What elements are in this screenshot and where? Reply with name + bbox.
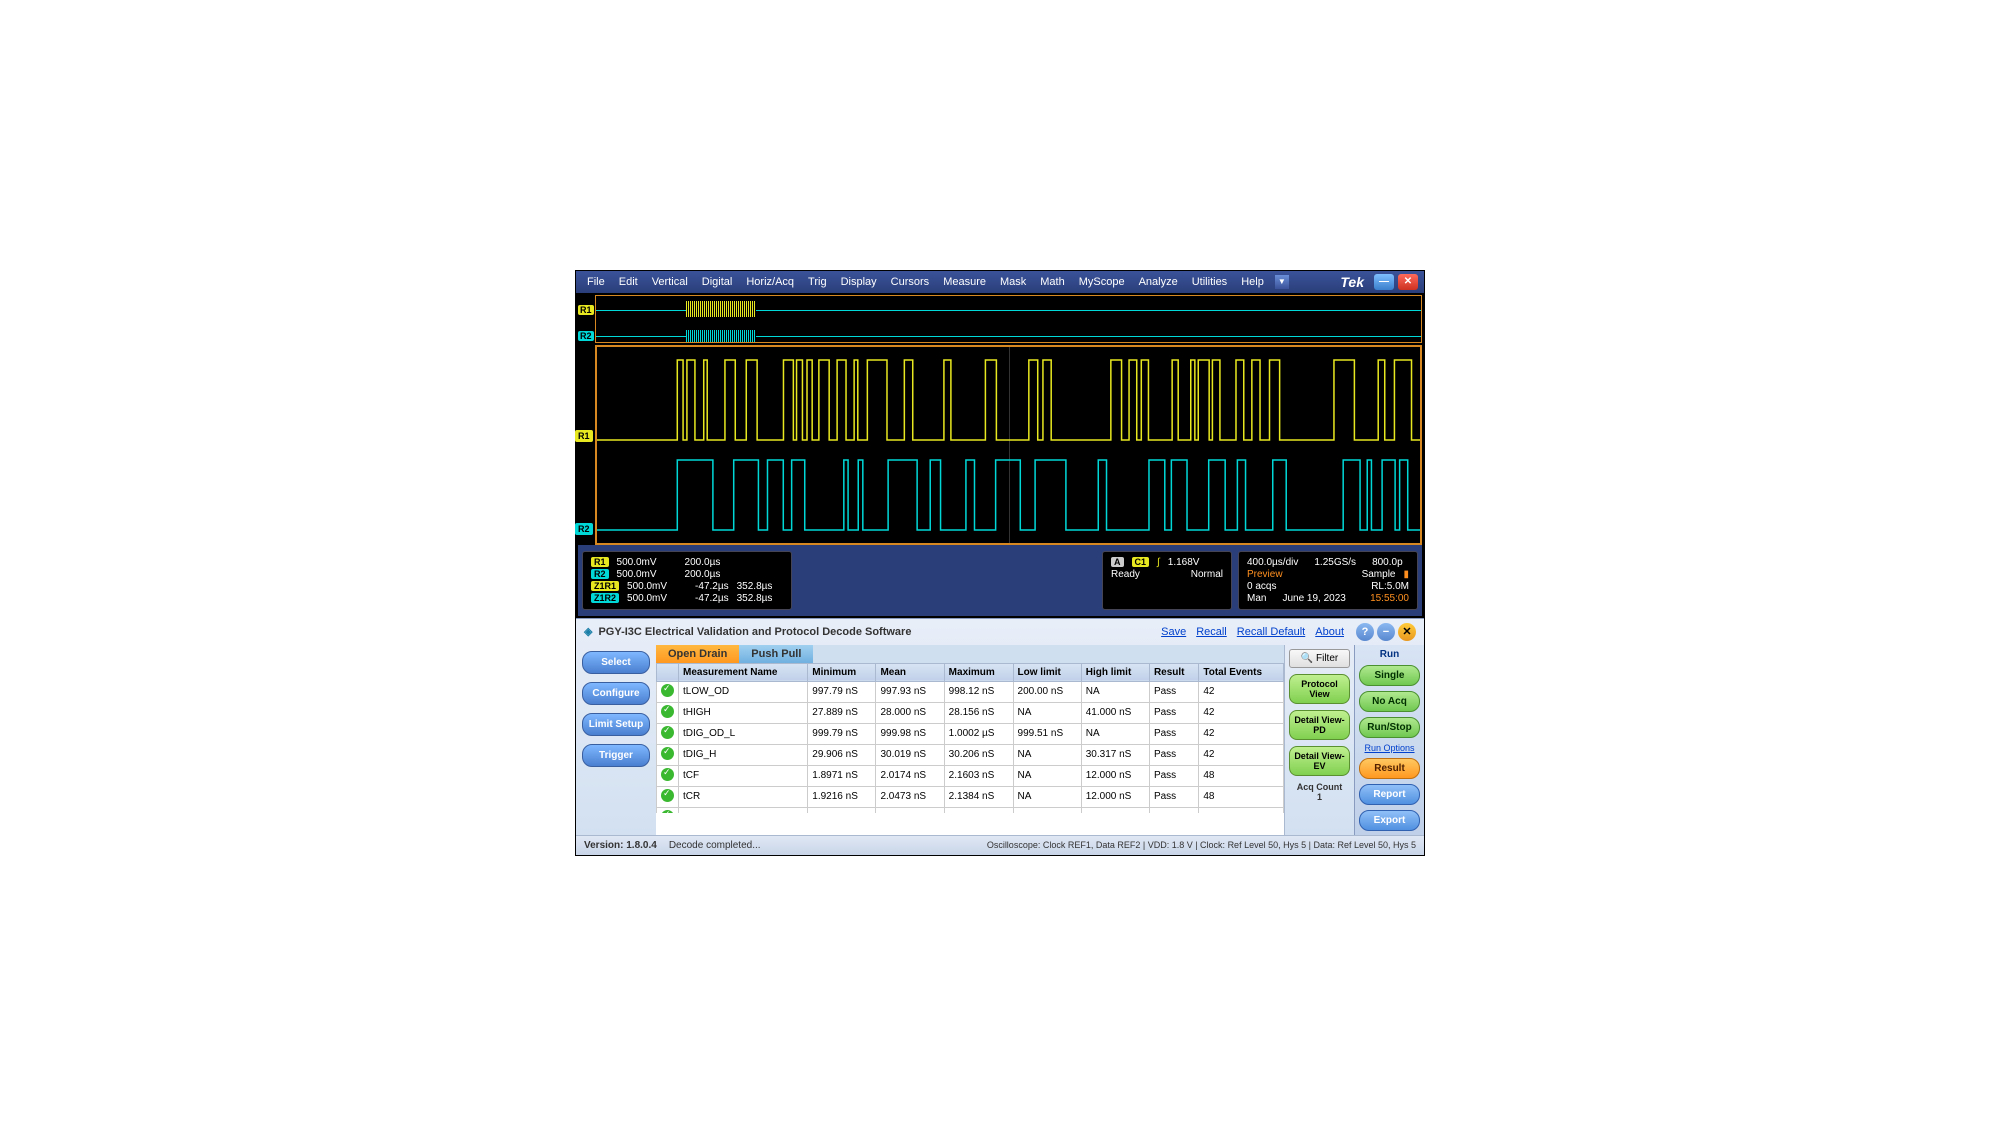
- tab-push-pull[interactable]: Push Pull: [739, 645, 813, 663]
- panel-minimize-button[interactable]: −: [1377, 623, 1395, 641]
- scope-info: Oscilloscope: Clock REF1, Data REF2 | VD…: [987, 840, 1416, 850]
- menu-edit[interactable]: Edit: [612, 276, 645, 288]
- minimize-button[interactable]: —: [1374, 274, 1394, 290]
- menu-math[interactable]: Math: [1033, 276, 1071, 288]
- menu-mask[interactable]: Mask: [993, 276, 1033, 288]
- timebase-readout: 400.0µs/div1.25GS/s800.0p PreviewSample▮…: [1238, 551, 1418, 610]
- report-button[interactable]: Report: [1359, 784, 1420, 805]
- tab-open-drain[interactable]: Open Drain: [656, 645, 739, 663]
- version-label: Version: 1.8.0.4: [584, 840, 657, 851]
- run-header: Run: [1359, 649, 1420, 660]
- channel-r2-label[interactable]: R2: [578, 331, 594, 341]
- col-header[interactable]: Maximum: [944, 663, 1013, 681]
- col-header[interactable]: Low limit: [1013, 663, 1081, 681]
- detail-view-pd-button[interactable]: Detail View-PD: [1289, 710, 1350, 740]
- menu-utilities[interactable]: Utilities: [1185, 276, 1234, 288]
- recall-default-link[interactable]: Recall Default: [1237, 626, 1305, 638]
- table-row[interactable]: tLOW_OD997.79 nS997.93 nS998.12 nS200.00…: [657, 681, 1284, 702]
- close-button[interactable]: ✕: [1398, 274, 1418, 290]
- panel-footer: Version: 1.8.0.4 Decode completed... Osc…: [576, 835, 1424, 855]
- single-button[interactable]: Single: [1359, 665, 1420, 686]
- limit-setup-button[interactable]: Limit Setup: [582, 713, 650, 736]
- trigger-readout: AC1∫1.168V ReadyNormal: [1102, 551, 1232, 610]
- menu-display[interactable]: Display: [834, 276, 884, 288]
- result-button[interactable]: Result: [1359, 758, 1420, 779]
- configure-button[interactable]: Configure: [582, 682, 650, 705]
- help-button[interactable]: ?: [1356, 623, 1374, 641]
- view-controls: 🔍 Filter Protocol View Detail View-PD De…: [1284, 645, 1354, 835]
- main-r2-label[interactable]: R2: [575, 523, 593, 535]
- channel-readout: R1500.0mV200.0µs R2500.0mV200.0µs Z1R150…: [582, 551, 792, 610]
- acq-count-label: Acq Count: [1297, 782, 1343, 792]
- menu-file[interactable]: File: [580, 276, 612, 288]
- col-header[interactable]: [657, 663, 679, 681]
- table-row[interactable]: tCR1.9216 nS2.0473 nS2.1384 nSNA12.000 n…: [657, 786, 1284, 807]
- table-row[interactable]: tCF1.8971 nS2.0174 nS2.1603 nSNA12.000 n…: [657, 765, 1284, 786]
- channel-r1-label[interactable]: R1: [578, 305, 594, 315]
- run-controls: Run Single No Acq Run/Stop Run Options R…: [1354, 645, 1424, 835]
- pass-icon: [661, 705, 674, 718]
- pass-icon: [661, 747, 674, 760]
- waveform-overview[interactable]: [595, 295, 1422, 343]
- pass-icon: [661, 684, 674, 697]
- brand-logo: Tek: [1340, 274, 1372, 290]
- detail-view-ev-button[interactable]: Detail View-EV: [1289, 746, 1350, 776]
- menu-vertical[interactable]: Vertical: [645, 276, 695, 288]
- menu-myscope[interactable]: MyScope: [1072, 276, 1132, 288]
- pass-icon: [661, 768, 674, 781]
- waveform-main[interactable]: placeholder: [595, 345, 1422, 545]
- save-link[interactable]: Save: [1161, 626, 1186, 638]
- pass-icon: [661, 726, 674, 739]
- recall-link[interactable]: Recall: [1196, 626, 1227, 638]
- col-header[interactable]: Measurement Name: [679, 663, 808, 681]
- main-r1-label[interactable]: R1: [575, 430, 593, 442]
- select-button[interactable]: Select: [582, 651, 650, 674]
- no-acq-button[interactable]: No Acq: [1359, 691, 1420, 712]
- panel-close-button[interactable]: ✕: [1398, 623, 1416, 641]
- menu-help[interactable]: Help: [1234, 276, 1271, 288]
- col-header[interactable]: Minimum: [808, 663, 876, 681]
- panel-header: ◈ PGY-I3C Electrical Validation and Prot…: [576, 619, 1424, 645]
- table-row[interactable]: tHIGH27.889 nS28.000 nS28.156 nSNA41.000…: [657, 702, 1284, 723]
- menu-cursors[interactable]: Cursors: [884, 276, 937, 288]
- menu-dropdown-icon[interactable]: ▼: [1275, 275, 1289, 289]
- export-button[interactable]: Export: [1359, 810, 1420, 831]
- filter-button[interactable]: 🔍 Filter: [1289, 649, 1350, 668]
- trace-r2: [597, 452, 1420, 537]
- results-table: Measurement NameMinimumMeanMaximumLow li…: [656, 663, 1284, 813]
- acq-count-value: 1: [1317, 792, 1322, 802]
- panel-sidebar: Select Configure Limit Setup Trigger: [576, 645, 656, 835]
- warning-icon: ▮: [1403, 569, 1409, 580]
- col-header[interactable]: Result: [1149, 663, 1198, 681]
- menubar: File Edit Vertical Digital Horiz/Acq Tri…: [576, 271, 1424, 293]
- col-header[interactable]: High limit: [1081, 663, 1149, 681]
- trigger-button[interactable]: Trigger: [582, 744, 650, 767]
- trace-r1: placeholder: [597, 355, 1420, 445]
- menu-horizacq[interactable]: Horiz/Acq: [739, 276, 801, 288]
- results-scroll[interactable]: Measurement NameMinimumMeanMaximumLow li…: [656, 663, 1284, 813]
- run-options-link[interactable]: Run Options: [1359, 743, 1420, 753]
- table-row[interactable]: tSU_OD830.48 nS894.30 nS975.49 nS3.0000 …: [657, 807, 1284, 813]
- menu-trig[interactable]: Trig: [801, 276, 834, 288]
- pgy-logo-icon: ◈: [584, 625, 592, 638]
- table-row[interactable]: tDIG_OD_L999.79 nS999.98 nS1.0002 µS999.…: [657, 723, 1284, 744]
- run-stop-button[interactable]: Run/Stop: [1359, 717, 1420, 738]
- col-header[interactable]: Mean: [876, 663, 944, 681]
- analysis-panel: ◈ PGY-I3C Electrical Validation and Prot…: [576, 618, 1424, 855]
- results-area: Open Drain Push Pull Measurement NameMin…: [656, 645, 1284, 835]
- panel-title: PGY-I3C Electrical Validation and Protoc…: [598, 626, 911, 638]
- menu-analyze[interactable]: Analyze: [1132, 276, 1185, 288]
- table-row[interactable]: tDIG_H29.906 nS30.019 nS30.206 nSNA30.31…: [657, 744, 1284, 765]
- pass-icon: [661, 789, 674, 802]
- menu-digital[interactable]: Digital: [695, 276, 740, 288]
- app-window: File Edit Vertical Digital Horiz/Acq Tri…: [575, 270, 1425, 856]
- menu-measure[interactable]: Measure: [936, 276, 993, 288]
- protocol-view-button[interactable]: Protocol View: [1289, 674, 1350, 704]
- about-link[interactable]: About: [1315, 626, 1344, 638]
- decode-status: Decode completed...: [669, 840, 761, 851]
- pass-icon: [661, 810, 674, 813]
- scope-display: R1 R2 placeholder R1 R2: [576, 293, 1424, 618]
- col-header[interactable]: Total Events: [1199, 663, 1284, 681]
- status-bar: R1500.0mV200.0µs R2500.0mV200.0µs Z1R150…: [578, 545, 1422, 616]
